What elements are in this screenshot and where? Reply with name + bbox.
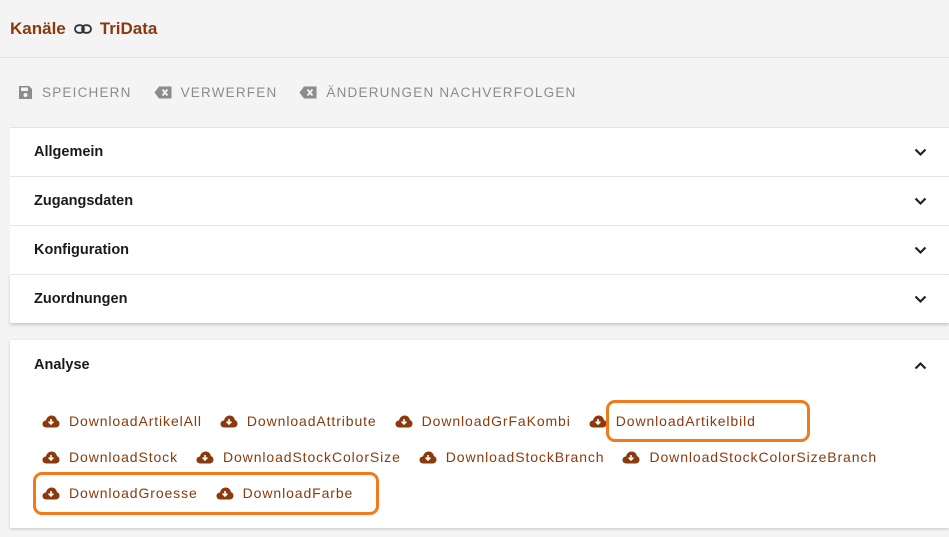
download-stock-color-size-button[interactable]: DownloadStockColorSize [188, 445, 409, 469]
backspace-icon [154, 86, 172, 98]
cloud-download-icon [42, 415, 60, 427]
chevron-down-icon [914, 197, 927, 205]
cloud-download-icon [42, 451, 60, 463]
download-artikel-all-button[interactable]: DownloadArtikelAll [34, 409, 210, 433]
title-channels[interactable]: Kanäle [10, 19, 66, 39]
chevron-down-icon [914, 148, 927, 156]
download-stock-button[interactable]: DownloadStock [34, 445, 186, 469]
backspace-icon [299, 86, 317, 98]
save-button[interactable]: SPEICHERN [18, 85, 132, 100]
download-stock-branch-button[interactable]: DownloadStockBranch [411, 445, 613, 469]
save-icon [19, 85, 32, 99]
page-title: Kanäle TriData [10, 19, 157, 39]
download-grfakombi-button[interactable]: DownloadGrFaKombi [387, 409, 579, 433]
chevron-up-icon [914, 361, 927, 369]
panel-title: Analyse [34, 357, 90, 373]
save-label: SPEICHERN [42, 84, 132, 100]
download-label: DownloadStockBranch [445, 449, 605, 465]
download-attribute-button[interactable]: DownloadAttribute [212, 409, 385, 433]
download-label: DownloadStockColorSizeBranch [649, 449, 878, 465]
cloud-download-icon [589, 415, 607, 427]
chevron-down-icon [914, 295, 927, 303]
toolbar: SPEICHERN VERWERFEN ÄNDERUNGEN NACHVERFO… [0, 58, 949, 126]
panel-title: Konfiguration [34, 242, 130, 258]
download-label: DownloadGrFaKombi [421, 413, 571, 429]
panel-zugangsdaten[interactable]: Zugangsdaten [10, 176, 949, 225]
cloud-download-icon [395, 415, 413, 427]
title-channel-name: TriData [99, 18, 158, 38]
highlight-artikelbild [606, 400, 810, 442]
accordion: Allgemein Zugangsdaten Konfiguration Zuo… [10, 127, 949, 323]
panel-title: Allgemein [34, 144, 104, 160]
top-bar: Kanäle TriData [0, 0, 949, 58]
cloud-download-icon [196, 451, 214, 463]
highlight-groesse-farbe [33, 472, 379, 515]
panel-konfiguration[interactable]: Konfiguration [10, 225, 949, 274]
download-label: DownloadStock [69, 449, 178, 465]
link-icon [73, 23, 92, 34]
chevron-down-icon [914, 246, 927, 254]
download-stock-color-size-branch-button[interactable]: DownloadStockColorSizeBranch [614, 445, 885, 469]
download-label: DownloadAttribute [246, 413, 377, 429]
track-changes-button[interactable]: ÄNDERUNGEN NACHVERFOLGEN [299, 85, 576, 100]
discard-label: VERWERFEN [180, 84, 278, 100]
cloud-download-icon [622, 451, 640, 463]
track-changes-label: ÄNDERUNGEN NACHVERFOLGEN [326, 84, 577, 100]
panel-analyse-header[interactable]: Analyse [10, 340, 949, 390]
panel-zuordnungen[interactable]: Zuordnungen [10, 274, 949, 323]
download-label: DownloadStockColorSize [222, 449, 401, 465]
discard-button[interactable]: VERWERFEN [154, 85, 278, 100]
panel-title: Zuordnungen [34, 291, 128, 307]
download-label: DownloadArtikelAll [69, 413, 202, 429]
panel-allgemein[interactable]: Allgemein [10, 127, 949, 176]
cloud-download-icon [220, 415, 238, 427]
panel-title: Zugangsdaten [34, 193, 134, 209]
download-row: DownloadStock DownloadStockColorSize Dow… [34, 445, 887, 469]
cloud-download-icon [419, 451, 437, 463]
